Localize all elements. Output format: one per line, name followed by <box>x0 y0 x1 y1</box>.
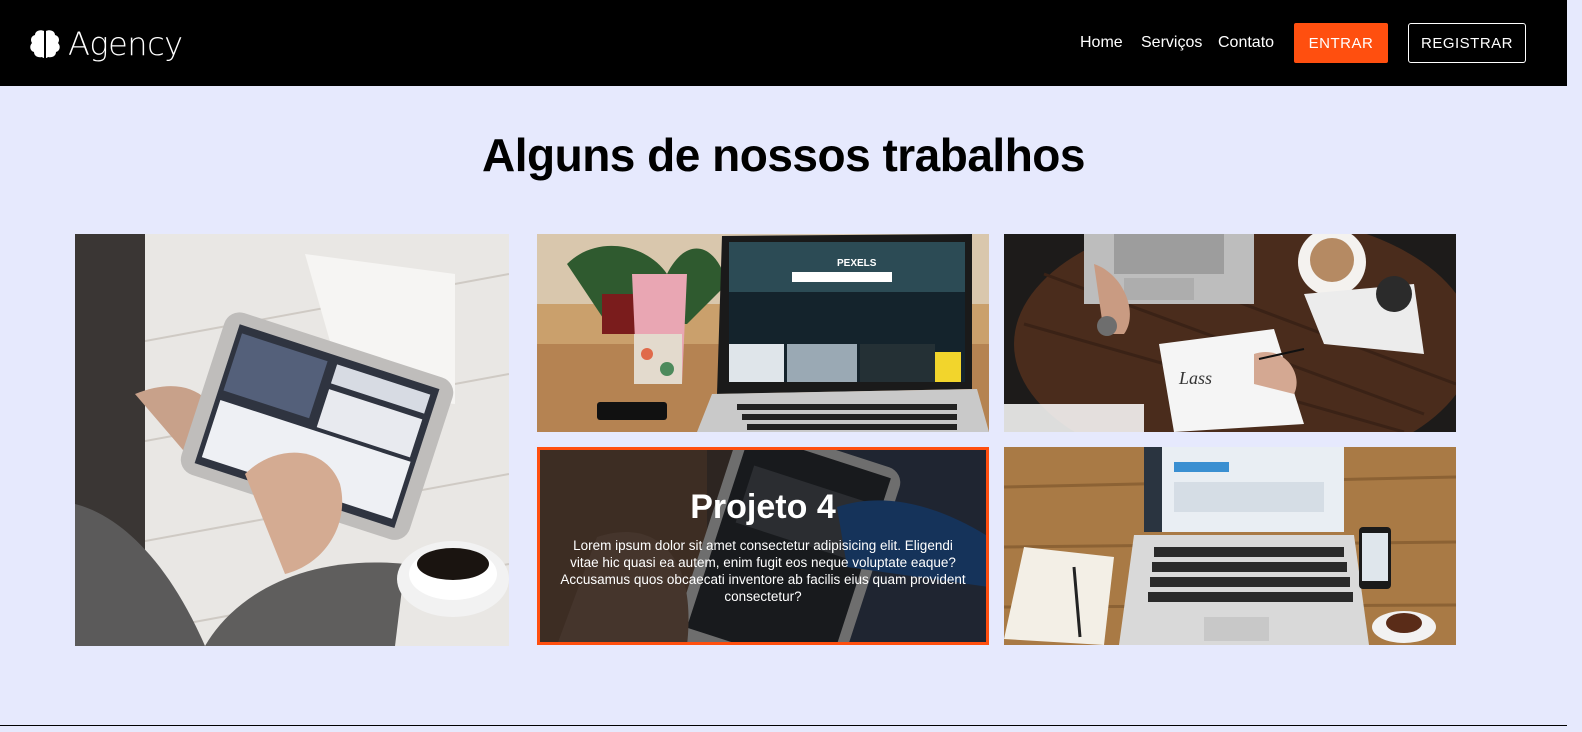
project-tile-1[interactable] <box>75 234 509 646</box>
navbar: Agency Home Serviços Contato ENTRAR REGI… <box>0 0 1567 86</box>
project-overlay: Projeto 4 Lorem ipsum dolor sit amet con… <box>537 447 989 645</box>
nav-link-contato[interactable]: Contato <box>1218 34 1274 52</box>
nav-link-servicos[interactable]: Serviços <box>1141 34 1202 52</box>
nav-link-home[interactable]: Home <box>1080 34 1123 52</box>
brand-name: Agency <box>68 25 183 63</box>
scrollbar[interactable] <box>1567 0 1582 732</box>
project-image-tablet <box>75 234 509 646</box>
project-image-sketch-desk: Lass <box>1004 234 1456 432</box>
section-divider <box>0 725 1567 726</box>
project-tile-3[interactable]: Lass <box>1004 234 1456 432</box>
project-tile-2[interactable]: PEXELS <box>537 234 989 432</box>
project-title: Projeto 4 <box>690 487 836 526</box>
register-button[interactable]: REGISTRAR <box>1408 23 1526 63</box>
project-description: Lorem ipsum dolor sit amet consectetur a… <box>560 537 966 604</box>
project-image-laptop-notebook <box>1004 447 1456 645</box>
project-tile-4[interactable]: Projeto 4 Lorem ipsum dolor sit amet con… <box>537 447 989 645</box>
enter-button[interactable]: ENTRAR <box>1294 23 1388 63</box>
project-image-laptop-plant: PEXELS <box>537 234 989 432</box>
svg-text:Lass: Lass <box>1178 368 1212 388</box>
brain-icon <box>30 30 60 58</box>
project-tile-5[interactable] <box>1004 447 1456 645</box>
tile2-screen-title: PEXELS <box>837 258 877 269</box>
brand-logo[interactable]: Agency <box>28 22 183 66</box>
section-title: Alguns de nossos trabalhos <box>482 129 1086 181</box>
